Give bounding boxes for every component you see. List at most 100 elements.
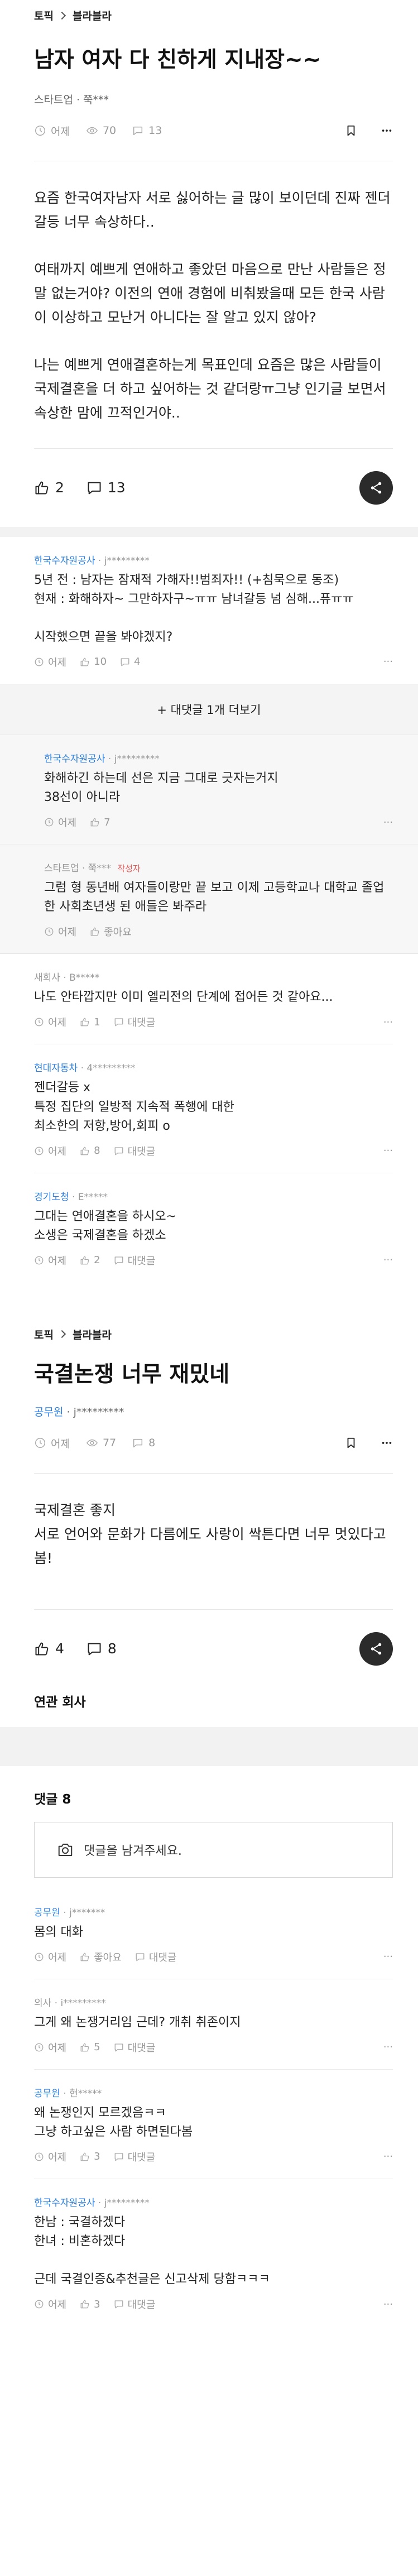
comment-company[interactable]: 한국수자원공사 (34, 555, 95, 567)
comment-user: · B***** (60, 972, 100, 984)
post-paragraph: 요즘 한국여자남자 서로 싫어하는 글 많이 보이던데 진짜 젠더갈등 너무 속… (34, 189, 391, 230)
post-user: · j********* (63, 1405, 124, 1418)
comment-reply-label: 대댓글 (127, 2151, 156, 2164)
comment-reply-button[interactable]: 대댓글 (114, 1144, 155, 1158)
comment-user: · 4********* (78, 1063, 136, 1074)
like-count: 4 (55, 1640, 64, 1657)
comment-line: 근데 국결인증&추천글은 신고삭제 당함ㅋㅋㅋ (34, 2272, 270, 2287)
comment-icon (114, 2043, 123, 2052)
reply-company[interactable]: 스타트업 (44, 863, 79, 874)
comment-text: 젠더갈등 x 특정 집단의 일방적 지속적 폭행에 대한 최소한의 저항,방어,… (34, 1078, 393, 1135)
comment-company[interactable]: 의사 (34, 1998, 51, 2009)
comment-line: 왜 논쟁인지 모르겠음ㅋㅋ (34, 2105, 166, 2120)
comment-count: 8 (107, 1640, 117, 1657)
comment-icon (136, 1953, 145, 1961)
comment-like-button[interactable]: 2 (80, 1254, 100, 1266)
comment-company[interactable]: 현대자동차 (34, 1063, 78, 1074)
bookmark-icon[interactable] (345, 1437, 357, 1449)
more-icon[interactable]: ··· (383, 1145, 393, 1157)
comment-reply-button[interactable]: 대댓글 (135, 1950, 177, 1964)
comment-like-button[interactable]: 좋아요 (80, 1950, 122, 1964)
comment: 현대자동차 · 4********* 젠더갈등 x 특정 집단의 일방적 지속적… (34, 1044, 393, 1173)
breadcrumb-topic[interactable]: 토픽 (34, 8, 54, 23)
section-gap (0, 526, 418, 537)
like-button[interactable]: 2 (34, 479, 64, 496)
eye-icon (86, 127, 98, 135)
reply-like-button[interactable]: 좋아요 (90, 924, 132, 939)
thumbs-up-icon (80, 1953, 89, 1961)
more-icon[interactable]: ··· (383, 817, 393, 828)
share-button[interactable] (359, 1632, 393, 1666)
comment-company[interactable]: 공무원 (34, 1907, 60, 1918)
comment: 새회사 · B***** 나도 안타깝지만 이미 엘리전의 단계에 접어든 것 … (34, 954, 393, 1045)
comment-reply-button[interactable]: 대댓글 (114, 2297, 155, 2311)
breadcrumb-topic[interactable]: 토픽 (34, 1327, 54, 1342)
like-button[interactable]: 4 (34, 1640, 64, 1657)
post-author[interactable]: 스타트업 · 쭉*** (34, 92, 393, 107)
more-icon[interactable]: ··· (383, 2299, 393, 2310)
comment-company[interactable]: 공무원 (34, 2088, 60, 2099)
comment-list: 새회사 · B***** 나도 안타깝지만 이미 엘리전의 단계에 접어든 것 … (34, 954, 393, 1282)
comment: 한국수자원공사 · j********* 5년 전 : 남자는 잠재적 가해자!… (0, 537, 418, 684)
camera-icon (58, 1843, 73, 1856)
more-icon[interactable]: ··· (383, 1951, 393, 1963)
more-icon[interactable] (381, 124, 393, 137)
more-icon[interactable] (381, 1437, 393, 1449)
reply-like-button[interactable]: 7 (90, 817, 110, 828)
comment-user: · 현***** (60, 2088, 102, 2099)
comment-line: 5년 전 : 남자는 잠재적 가해자!!범죄자!! (+침묵으로 동조) (34, 573, 339, 587)
more-icon[interactable]: ··· (383, 2041, 393, 2053)
post-author[interactable]: 공무원 · j********* (34, 1404, 393, 1419)
chevron-right-icon (57, 11, 66, 20)
breadcrumb-board[interactable]: 블라블라 (73, 1327, 112, 1342)
clock-icon (35, 1147, 44, 1155)
comment-like-button[interactable]: 1 (80, 1016, 100, 1028)
comment-button[interactable]: 8 (87, 1640, 117, 1657)
comment-time: 어제 (48, 1017, 67, 1029)
more-icon[interactable]: ··· (383, 1254, 393, 1266)
breadcrumb-board[interactable]: 블라블라 (73, 8, 112, 23)
bookmark-icon[interactable] (345, 124, 357, 137)
comment-reply-button[interactable]: 4 (120, 656, 140, 668)
comment-like-button[interactable]: 5 (80, 2041, 100, 2053)
comment-user: · j********* (95, 2197, 150, 2209)
comment-like-button[interactable]: 3 (80, 2299, 100, 2310)
like-count: 2 (55, 479, 64, 496)
comment-time: 어제 (48, 1951, 67, 1964)
post-comment-count: 8 (148, 1437, 156, 1450)
comments-heading: 댓글 8 (34, 1792, 71, 1807)
comment-like-button[interactable]: 3 (80, 2151, 100, 2162)
more-replies-button[interactable]: + 대댓글 1개 더보기 (0, 683, 418, 735)
more-icon[interactable]: ··· (383, 1016, 393, 1028)
comment-reply-count: 4 (134, 656, 141, 668)
comment-company[interactable]: 한국수자원공사 (34, 2198, 95, 2209)
comment-line: 한남 : 국결하겠다 (34, 2215, 126, 2229)
comment-company[interactable]: 새회사 (34, 972, 60, 984)
comment: 의사 · i********* 그게 왜 논쟁거리임 근데? 개취 취존이지 어… (34, 1979, 393, 2070)
comment-reply-button[interactable]: 대댓글 (114, 1015, 155, 1029)
comment-button[interactable]: 13 (87, 479, 126, 496)
clock-icon (35, 1438, 45, 1448)
reply-company[interactable]: 한국수자원공사 (44, 754, 105, 765)
clock-icon (35, 2300, 44, 2309)
share-icon (371, 482, 382, 493)
comment-reply-button[interactable]: 대댓글 (114, 2040, 155, 2055)
breadcrumb: 토픽 블라블라 (34, 8, 393, 23)
comment-company[interactable]: 경기도청 (34, 1192, 69, 1203)
share-button[interactable] (359, 471, 393, 505)
more-icon[interactable]: ··· (383, 2151, 393, 2162)
share-icon (371, 1643, 382, 1654)
comment-user: · j********* (95, 555, 150, 567)
comment-like-button[interactable]: 10 (80, 656, 107, 668)
more-icon[interactable]: ··· (383, 656, 393, 668)
comment-input[interactable]: 댓글을 남겨주세요. (34, 1821, 393, 1878)
thumbs-up-icon (35, 1642, 49, 1656)
reply-time: 어제 (58, 817, 77, 829)
post-paragraph: 국제결혼 좋지 (34, 1502, 116, 1518)
comment-reply-button[interactable]: 대댓글 (114, 2150, 156, 2164)
post-body: 요즘 한국여자남자 서로 싫어하는 글 많이 보이던데 진짜 젠더갈등 너무 속… (0, 161, 418, 425)
comment-reply-button[interactable]: 대댓글 (114, 1253, 155, 1268)
reply-line: 화해하긴 하는데 선은 지금 그대로 긋자는거지 (44, 771, 278, 785)
reply-like-count: 좋아요 (104, 927, 132, 939)
comment-like-button[interactable]: 8 (80, 1145, 100, 1157)
